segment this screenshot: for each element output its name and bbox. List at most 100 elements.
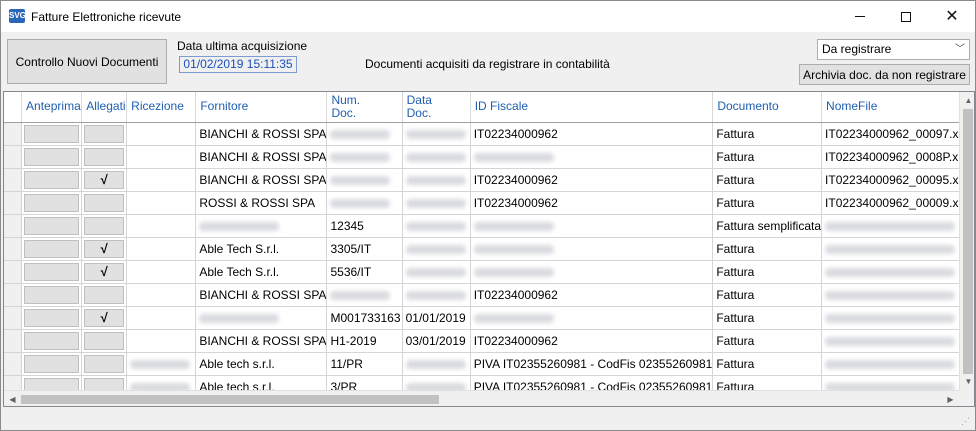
preview-button[interactable] — [24, 193, 80, 212]
cell-num[interactable] — [326, 122, 403, 146]
scroll-left-icon[interactable]: ◀ — [4, 391, 21, 406]
cell-nomefile[interactable] — [821, 214, 974, 238]
cell-nomefile[interactable]: IT02234000962_00009.xml — [821, 191, 974, 215]
cell-nomefile[interactable] — [821, 260, 974, 284]
cell-num[interactable]: 5536/IT — [326, 260, 403, 284]
attachments-button[interactable]: √ — [84, 262, 125, 281]
cell-fornitore[interactable]: BIANCHI & ROSSI SPA — [195, 145, 328, 169]
cell-data[interactable]: 03/01/2019 — [402, 329, 471, 353]
cell-num[interactable]: 11/PR — [326, 352, 403, 376]
cell-ricezione[interactable] — [126, 168, 197, 192]
preview-button[interactable] — [24, 170, 80, 189]
attachments-button[interactable] — [84, 354, 125, 373]
cell-data[interactable]: 01/01/2019 — [402, 306, 471, 330]
cell-ricezione[interactable] — [126, 145, 197, 169]
cell-ricezione[interactable] — [126, 306, 197, 330]
row-header[interactable] — [4, 329, 23, 353]
maximize-button[interactable] — [883, 1, 929, 32]
attachments-button[interactable]: √ — [84, 239, 125, 258]
resize-grip-icon[interactable]: ⋰ — [961, 416, 971, 426]
attachments-button[interactable] — [84, 285, 125, 304]
cell-nomefile[interactable] — [821, 352, 974, 376]
preview-button[interactable] — [24, 262, 80, 281]
cell-documento[interactable]: Fattura — [712, 283, 823, 307]
attachments-button[interactable] — [84, 216, 125, 235]
cell-num[interactable] — [326, 145, 403, 169]
preview-button[interactable] — [24, 147, 80, 166]
cell-num[interactable] — [326, 168, 403, 192]
cell-fornitore[interactable] — [195, 214, 328, 238]
column-header-nomefile[interactable]: NomeFile — [821, 92, 974, 123]
row-header[interactable] — [4, 283, 23, 307]
table-row[interactable]: BIANCHI & ROSSI SPA H1-2019 03/01/2019 IT02… — [4, 329, 974, 353]
cell-fornitore[interactable]: BIANCHI & ROSSI SPA — [195, 168, 328, 192]
cell-fornitore[interactable]: Able tech s.r.l. — [195, 352, 328, 376]
scroll-right-icon[interactable]: ▶ — [942, 391, 959, 406]
cell-fornitore[interactable]: ROSSI & ROSSI SPA — [195, 191, 328, 215]
minimize-button[interactable] — [837, 1, 883, 32]
vertical-scrollbar[interactable]: ▲ ▼ — [959, 92, 974, 390]
cell-nomefile[interactable] — [821, 283, 974, 307]
attachments-button[interactable] — [84, 331, 125, 350]
row-header[interactable] — [4, 306, 23, 330]
cell-ricezione[interactable] — [126, 214, 197, 238]
column-header-fornitore[interactable]: Fornitore — [195, 92, 328, 123]
horizontal-scroll-thumb[interactable] — [21, 395, 439, 404]
horizontal-scrollbar[interactable]: ◀ ▶ — [4, 390, 959, 406]
scroll-down-icon[interactable]: ▼ — [960, 373, 974, 390]
cell-data[interactable] — [402, 283, 471, 307]
cell-documento[interactable]: Fattura — [712, 306, 823, 330]
cell-documento[interactable]: Fattura — [712, 352, 823, 376]
cell-idfiscale[interactable]: IT02234000962 — [470, 329, 714, 353]
title-bar[interactable]: SVG Fatture Elettroniche ricevute ✕ — [1, 1, 975, 32]
cell-idfiscale[interactable]: IT02234000962 — [470, 168, 714, 192]
column-header-data-doc[interactable]: Data Doc. — [402, 92, 471, 123]
archive-button[interactable]: Archivia doc. da non registrare — [799, 64, 970, 85]
cell-data[interactable] — [402, 214, 471, 238]
table-row[interactable]: BIANCHI & ROSSI SPA IT02234000962 Fattura — [4, 283, 974, 307]
cell-idfiscale[interactable] — [470, 306, 714, 330]
preview-button[interactable] — [24, 285, 80, 304]
column-header-anteprima[interactable]: Anteprima — [21, 92, 83, 123]
check-new-documents-button[interactable]: Controllo Nuovi Documenti — [7, 39, 167, 84]
cell-documento[interactable]: Fattura — [712, 191, 823, 215]
cell-fornitore[interactable]: Able Tech S.r.l. — [195, 237, 328, 261]
attachments-button[interactable] — [84, 147, 125, 166]
column-header-num-doc[interactable]: Num. Doc. — [326, 92, 403, 123]
cell-fornitore[interactable]: BIANCHI & ROSSI SPA — [195, 283, 328, 307]
cell-num[interactable] — [326, 283, 403, 307]
cell-documento[interactable]: Fattura semplificata — [712, 214, 823, 238]
cell-num[interactable]: 3305/IT — [326, 237, 403, 261]
cell-nomefile[interactable] — [821, 306, 974, 330]
table-row[interactable]: ROSSI & ROSSI SPA IT02234000962 Fattura IT0… — [4, 191, 974, 215]
row-header[interactable] — [4, 260, 23, 284]
cell-ricezione[interactable] — [126, 283, 197, 307]
cell-idfiscale[interactable]: IT02234000962 — [470, 283, 714, 307]
cell-ricezione[interactable] — [126, 260, 197, 284]
cell-data[interactable] — [402, 352, 471, 376]
table-row[interactable]: Able tech s.r.l. 11/PR PIVA IT02355260981 … — [4, 352, 974, 376]
preview-button[interactable] — [24, 331, 80, 350]
cell-documento[interactable]: Fattura — [712, 168, 823, 192]
row-header[interactable] — [4, 122, 23, 146]
column-header-allegati[interactable]: Allegati — [81, 92, 128, 123]
cell-data[interactable] — [402, 237, 471, 261]
column-header-id-fiscale[interactable]: ID Fiscale — [470, 92, 714, 123]
cell-idfiscale[interactable]: IT02234000962 — [470, 122, 714, 146]
vertical-scroll-thumb[interactable] — [963, 109, 973, 374]
attachments-button[interactable]: √ — [84, 308, 125, 327]
cell-documento[interactable]: Fattura — [712, 260, 823, 284]
table-row[interactable]: BIANCHI & ROSSI SPA Fattura IT02234000962_… — [4, 145, 974, 169]
cell-idfiscale[interactable] — [470, 214, 714, 238]
cell-fornitore[interactable]: BIANCHI & ROSSI SPA — [195, 329, 328, 353]
cell-ricezione[interactable] — [126, 122, 197, 146]
cell-idfiscale[interactable] — [470, 260, 714, 284]
cell-idfiscale[interactable] — [470, 237, 714, 261]
cell-fornitore[interactable]: BIANCHI & ROSSI SPA — [195, 122, 328, 146]
cell-data[interactable] — [402, 260, 471, 284]
cell-fornitore[interactable]: Able Tech S.r.l. — [195, 260, 328, 284]
cell-num[interactable]: 12345 — [326, 214, 403, 238]
cell-nomefile[interactable] — [821, 329, 974, 353]
row-header[interactable] — [4, 352, 23, 376]
cell-data[interactable] — [402, 145, 471, 169]
